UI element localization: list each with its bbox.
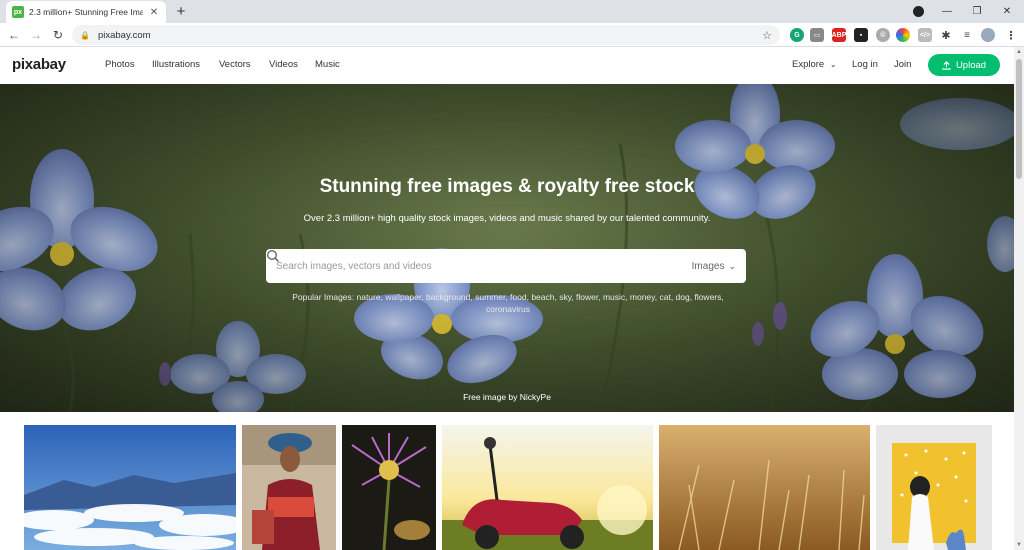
new-tab-button[interactable]: + <box>172 2 190 20</box>
forward-arrow-icon[interactable]: → <box>27 26 45 44</box>
minimize-button[interactable]: — <box>932 0 962 22</box>
nav-music[interactable]: Music <box>315 59 340 70</box>
gallery-image-flower[interactable] <box>342 425 436 550</box>
search-icon[interactable] <box>266 249 280 263</box>
image-gallery <box>0 412 1014 550</box>
back-arrow-icon[interactable]: ← <box>5 26 23 44</box>
maximize-button[interactable]: ❐ <box>962 0 992 22</box>
hero-subtitle: Over 2.3 million+ high quality stock ima… <box>303 213 711 224</box>
gallery-image-wheat[interactable] <box>659 425 870 550</box>
adblock-extension-icon[interactable]: ABP <box>832 28 846 42</box>
scooter-image <box>442 425 653 550</box>
color-extension-icon[interactable] <box>896 28 910 42</box>
upload-button[interactable]: Upload <box>928 54 1000 76</box>
upload-icon <box>942 60 951 70</box>
grammarly-extension-icon[interactable]: G <box>790 28 804 42</box>
nav-photos[interactable]: Photos <box>105 59 135 70</box>
browser-tab[interactable]: px 2.3 million+ Stunning Free Images ✕ <box>6 1 166 23</box>
search-input[interactable] <box>276 260 692 272</box>
star-icon[interactable]: ☆ <box>762 29 772 42</box>
reading-list-icon[interactable]: ≡ <box>960 28 974 42</box>
site-header: pixabay Photos Illustrations Vectors Vid… <box>0 47 1014 84</box>
illustration-image <box>876 425 992 550</box>
gallery-image-scooter[interactable] <box>442 425 653 550</box>
url-text[interactable]: pixabay.com <box>98 30 762 41</box>
hero-title: Stunning free images & royalty free stoc… <box>319 176 695 197</box>
chevron-down-icon: ⌄ <box>728 260 736 271</box>
extension-icon[interactable]: </> <box>918 28 932 42</box>
pixabay-favicon-icon: px <box>12 6 24 18</box>
extension-icon[interactable]: ▪ <box>854 28 868 42</box>
browser-toolbar: ← → ↻ 🔒 pixabay.com ☆ G ▭ ABP ▪ © </> ✱ … <box>0 23 1024 47</box>
puzzle-extensions-icon[interactable]: ✱ <box>939 28 953 42</box>
search-type-dropdown[interactable]: Images ⌄ <box>692 261 736 272</box>
close-window-button[interactable]: ✕ <box>992 0 1022 22</box>
chevron-down-icon: ⌄ <box>829 60 837 69</box>
nav-illustrations[interactable]: Illustrations <box>152 59 200 70</box>
flower-image <box>342 425 436 550</box>
scrollbar-thumb[interactable] <box>1016 59 1022 179</box>
gallery-image-clouds[interactable] <box>24 425 236 550</box>
gallery-image-woman[interactable] <box>242 425 336 550</box>
nav-videos[interactable]: Videos <box>269 59 298 70</box>
nav-vectors[interactable]: Vectors <box>219 59 251 70</box>
tab-close-icon[interactable]: ✕ <box>148 7 160 18</box>
search-type-label: Images <box>691 260 725 272</box>
upload-label: Upload <box>955 59 987 71</box>
address-bar[interactable]: 🔒 pixabay.com ☆ <box>72 25 780 45</box>
reload-icon[interactable]: ↻ <box>49 26 67 44</box>
woman-image <box>242 425 336 550</box>
lock-icon: 🔒 <box>80 30 90 40</box>
wheat-image <box>659 425 870 550</box>
clouds-image <box>24 425 236 550</box>
extension-icon[interactable]: ▭ <box>810 28 824 42</box>
explore-menu[interactable]: Explore ⌄ <box>792 59 837 70</box>
explore-label: Explore <box>792 59 825 70</box>
extension-icon[interactable]: © <box>876 28 890 42</box>
browser-tabstrip: px 2.3 million+ Stunning Free Images ✕ +… <box>0 0 1024 23</box>
tab-title: 2.3 million+ Stunning Free Images <box>29 7 143 17</box>
pixabay-logo[interactable]: pixabay <box>12 56 66 73</box>
hero-banner: Stunning free images & royalty free stoc… <box>0 84 1014 412</box>
search-bar: Images ⌄ <box>266 249 746 283</box>
popular-searches[interactable]: Popular Images: nature, wallpaper, backg… <box>278 291 738 315</box>
menu-kebab-icon[interactable]: ⋮ <box>1004 28 1018 42</box>
scroll-up-icon[interactable]: ▲ <box>1014 47 1024 57</box>
tab-search-icon[interactable] <box>913 6 924 17</box>
image-credit[interactable]: Free image by NickyPe <box>0 392 1014 402</box>
gallery-image-illustration[interactable] <box>876 425 992 550</box>
scroll-down-icon[interactable]: ▼ <box>1014 540 1024 550</box>
join-link[interactable]: Join <box>894 59 911 70</box>
hero-background-image <box>0 84 1014 412</box>
login-link[interactable]: Log in <box>852 59 878 70</box>
profile-avatar[interactable] <box>981 28 995 42</box>
